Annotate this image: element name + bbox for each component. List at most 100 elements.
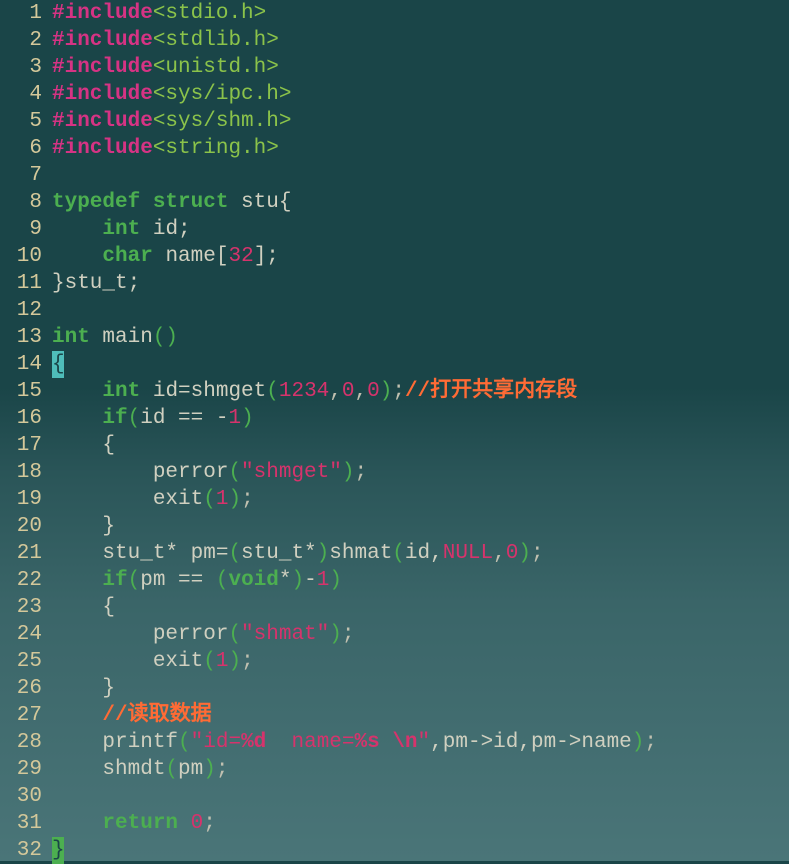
code-line[interactable]: } (52, 513, 789, 540)
code-line[interactable]: exit(1); (52, 648, 789, 675)
token-punct (52, 812, 102, 835)
code-line[interactable] (52, 297, 789, 324)
token-ident: main (90, 326, 153, 349)
code-line[interactable]: } (52, 675, 789, 702)
token-ident: printf (52, 731, 178, 754)
token-preproc: #include (52, 56, 153, 79)
line-number: 27 (0, 702, 42, 729)
token-keyword: struct (153, 191, 229, 214)
code-line[interactable]: int main() (52, 324, 789, 351)
code-area[interactable]: #include<stdio.h>#include<stdlib.h>#incl… (48, 0, 789, 864)
code-line[interactable]: if(pm == (void*)-1) (52, 567, 789, 594)
token-paren: ) (203, 758, 216, 781)
line-number: 32 (0, 837, 42, 864)
line-number: 21 (0, 540, 42, 567)
token-number: 1234 (279, 380, 329, 403)
token-include: <unistd.h> (153, 56, 279, 79)
code-line[interactable]: if(id == -1) (52, 405, 789, 432)
token-punct: ; (216, 758, 229, 781)
token-paren: ) (292, 569, 305, 592)
code-line[interactable]: #include<sys/shm.h> (52, 108, 789, 135)
code-line[interactable]: #include<unistd.h> (52, 54, 789, 81)
token-punct: , (493, 542, 506, 565)
code-line[interactable]: #include<sys/ipc.h> (52, 81, 789, 108)
line-number: 17 (0, 432, 42, 459)
code-line[interactable]: int id=shmget(1234,0,0);//打开共享内存段 (52, 378, 789, 405)
token-number: 1 (317, 569, 330, 592)
line-number: 13 (0, 324, 42, 351)
code-line[interactable]: { (52, 432, 789, 459)
token-number: 0 (367, 380, 380, 403)
token-paren: ( (228, 623, 241, 646)
line-number: 11 (0, 270, 42, 297)
code-line[interactable]: printf("id=%d name=%s \n",pm->id,pm->nam… (52, 729, 789, 756)
code-line[interactable]: perror("shmat"); (52, 621, 789, 648)
code-line[interactable]: }stu_t; (52, 270, 789, 297)
code-line[interactable]: int id; (52, 216, 789, 243)
code-line[interactable]: //读取数据 (52, 702, 789, 729)
token-paren: ) (329, 623, 342, 646)
token-preproc: #include (52, 137, 153, 160)
token-ident: }stu_t; (52, 272, 140, 295)
code-line[interactable]: #include<string.h> (52, 135, 789, 162)
code-line[interactable]: return 0; (52, 810, 789, 837)
token-ident: ]; (254, 245, 279, 268)
token-type: char (102, 245, 152, 268)
token-ident: { (52, 434, 115, 457)
line-number: 4 (0, 81, 42, 108)
line-number: 6 (0, 135, 42, 162)
code-line[interactable]: #include<stdio.h> (52, 0, 789, 27)
token-ident: stu{ (228, 191, 291, 214)
token-paren: ) (518, 542, 531, 565)
token-ident: } (52, 677, 115, 700)
token-punct: ; (392, 380, 405, 403)
token-ident: perror (52, 623, 228, 646)
token-include: <stdio.h> (153, 2, 266, 25)
line-number: 28 (0, 729, 42, 756)
token-ident: shmat (329, 542, 392, 565)
code-line[interactable]: typedef struct stu{ (52, 189, 789, 216)
code-line[interactable]: perror("shmget"); (52, 459, 789, 486)
code-line[interactable]: } (52, 837, 789, 864)
code-line[interactable]: { (52, 351, 789, 378)
token-ident: shmdt (52, 758, 165, 781)
token-number: 1 (216, 488, 229, 511)
token-comment: //读取数据 (102, 704, 211, 727)
code-line[interactable]: char name[32]; (52, 243, 789, 270)
code-line[interactable]: { (52, 594, 789, 621)
line-number: 24 (0, 621, 42, 648)
token-ident: id; (140, 218, 190, 241)
token-paren: ) (241, 407, 254, 430)
token-paren: ( (128, 569, 141, 592)
token-paren: ( (228, 542, 241, 565)
token-preproc: #include (52, 29, 153, 52)
token-punct (52, 245, 102, 268)
token-paren: ) (342, 461, 355, 484)
code-line[interactable]: stu_t* pm=(stu_t*)shmat(id,NULL,0); (52, 540, 789, 567)
token-paren: ) (228, 650, 241, 673)
code-line[interactable]: exit(1); (52, 486, 789, 513)
line-number: 3 (0, 54, 42, 81)
token-punct: , (355, 380, 368, 403)
token-include: <sys/ipc.h> (153, 83, 292, 106)
token-ident: stu_t* pm= (52, 542, 228, 565)
brace-match-open: { (52, 351, 64, 378)
line-number: 16 (0, 405, 42, 432)
line-number: 8 (0, 189, 42, 216)
line-number: 12 (0, 297, 42, 324)
token-include: <sys/shm.h> (153, 110, 292, 133)
token-ident: exit (52, 650, 203, 673)
code-line[interactable] (52, 162, 789, 189)
token-paren: ( (392, 542, 405, 565)
line-number: 31 (0, 810, 42, 837)
token-punct: ; (531, 542, 544, 565)
code-line[interactable]: #include<stdlib.h> (52, 27, 789, 54)
token-ident: perror (52, 461, 228, 484)
code-editor[interactable]: 1234567891011121314151617181920212223242… (0, 0, 789, 864)
token-preproc: #include (52, 110, 153, 133)
line-number: 15 (0, 378, 42, 405)
code-line[interactable]: shmdt(pm); (52, 756, 789, 783)
code-line[interactable] (52, 783, 789, 810)
token-paren: ( (216, 569, 229, 592)
line-number-gutter: 1234567891011121314151617181920212223242… (0, 0, 48, 864)
